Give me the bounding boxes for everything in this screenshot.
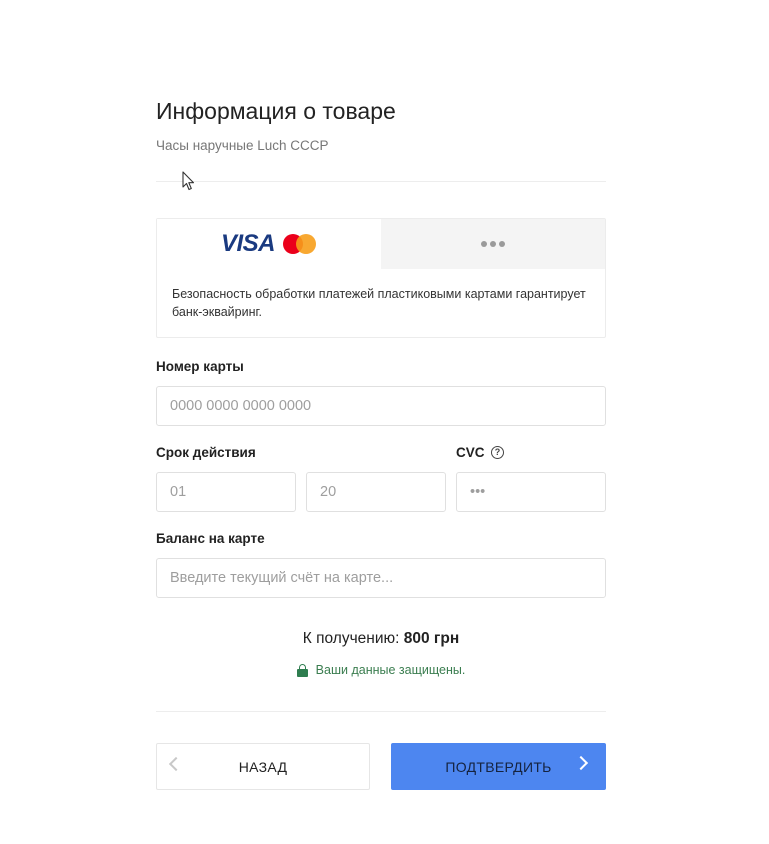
- confirm-button-label: ПОДТВЕРДИТЬ: [445, 758, 552, 775]
- lock-icon: [296, 663, 308, 677]
- card-number-label: Номер карты: [156, 359, 244, 374]
- visa-logo: VISA: [220, 230, 276, 257]
- question-circle-icon[interactable]: ?: [491, 446, 504, 459]
- mouse-cursor-icon: [182, 171, 195, 191]
- divider: [156, 711, 606, 712]
- expiry-label: Срок действия: [156, 445, 256, 460]
- mastercard-icon: [283, 233, 317, 255]
- expiry-year-input[interactable]: [307, 473, 445, 511]
- back-button[interactable]: НАЗАД: [156, 743, 370, 790]
- balance-input[interactable]: [157, 559, 605, 597]
- secure-notice: Ваши данные защищены.: [156, 663, 606, 677]
- expiry-month-input[interactable]: [157, 473, 295, 511]
- cvc-label: CVC: [456, 445, 485, 460]
- cvc-field[interactable]: [456, 472, 606, 512]
- confirm-button[interactable]: ПОДТВЕРДИТЬ: [391, 743, 606, 790]
- total-label: К получению:: [302, 630, 400, 647]
- total-amount: К получению: 800 грн: [156, 630, 606, 648]
- back-button-label: НАЗАД: [238, 758, 288, 775]
- cvc-input[interactable]: [457, 473, 605, 511]
- acquiring-note: Безопасность обработки платежей пластико…: [172, 287, 586, 319]
- balance-field[interactable]: [156, 558, 606, 598]
- chevron-left-icon: [168, 756, 184, 772]
- expiry-month-field[interactable]: [156, 472, 296, 512]
- more-dots-icon: [481, 241, 505, 247]
- secure-text: Ваши данные защищены.: [315, 663, 466, 677]
- divider: [156, 181, 606, 182]
- chevron-right-icon: [573, 755, 589, 771]
- payment-method-box: VISA Безопасность обработки платежей пла…: [156, 218, 606, 338]
- card-number-input[interactable]: [157, 387, 605, 425]
- page-title: Информация о товаре: [156, 98, 396, 124]
- product-name: Часы наручные Luch СССР: [156, 138, 329, 153]
- balance-label: Баланс на карте: [156, 531, 265, 546]
- expiry-year-field[interactable]: [306, 472, 446, 512]
- tab-card-payment[interactable]: VISA: [157, 219, 381, 269]
- tab-other-payment[interactable]: [381, 219, 605, 269]
- total-value: 800 грн: [403, 630, 460, 647]
- card-number-field[interactable]: [156, 386, 606, 426]
